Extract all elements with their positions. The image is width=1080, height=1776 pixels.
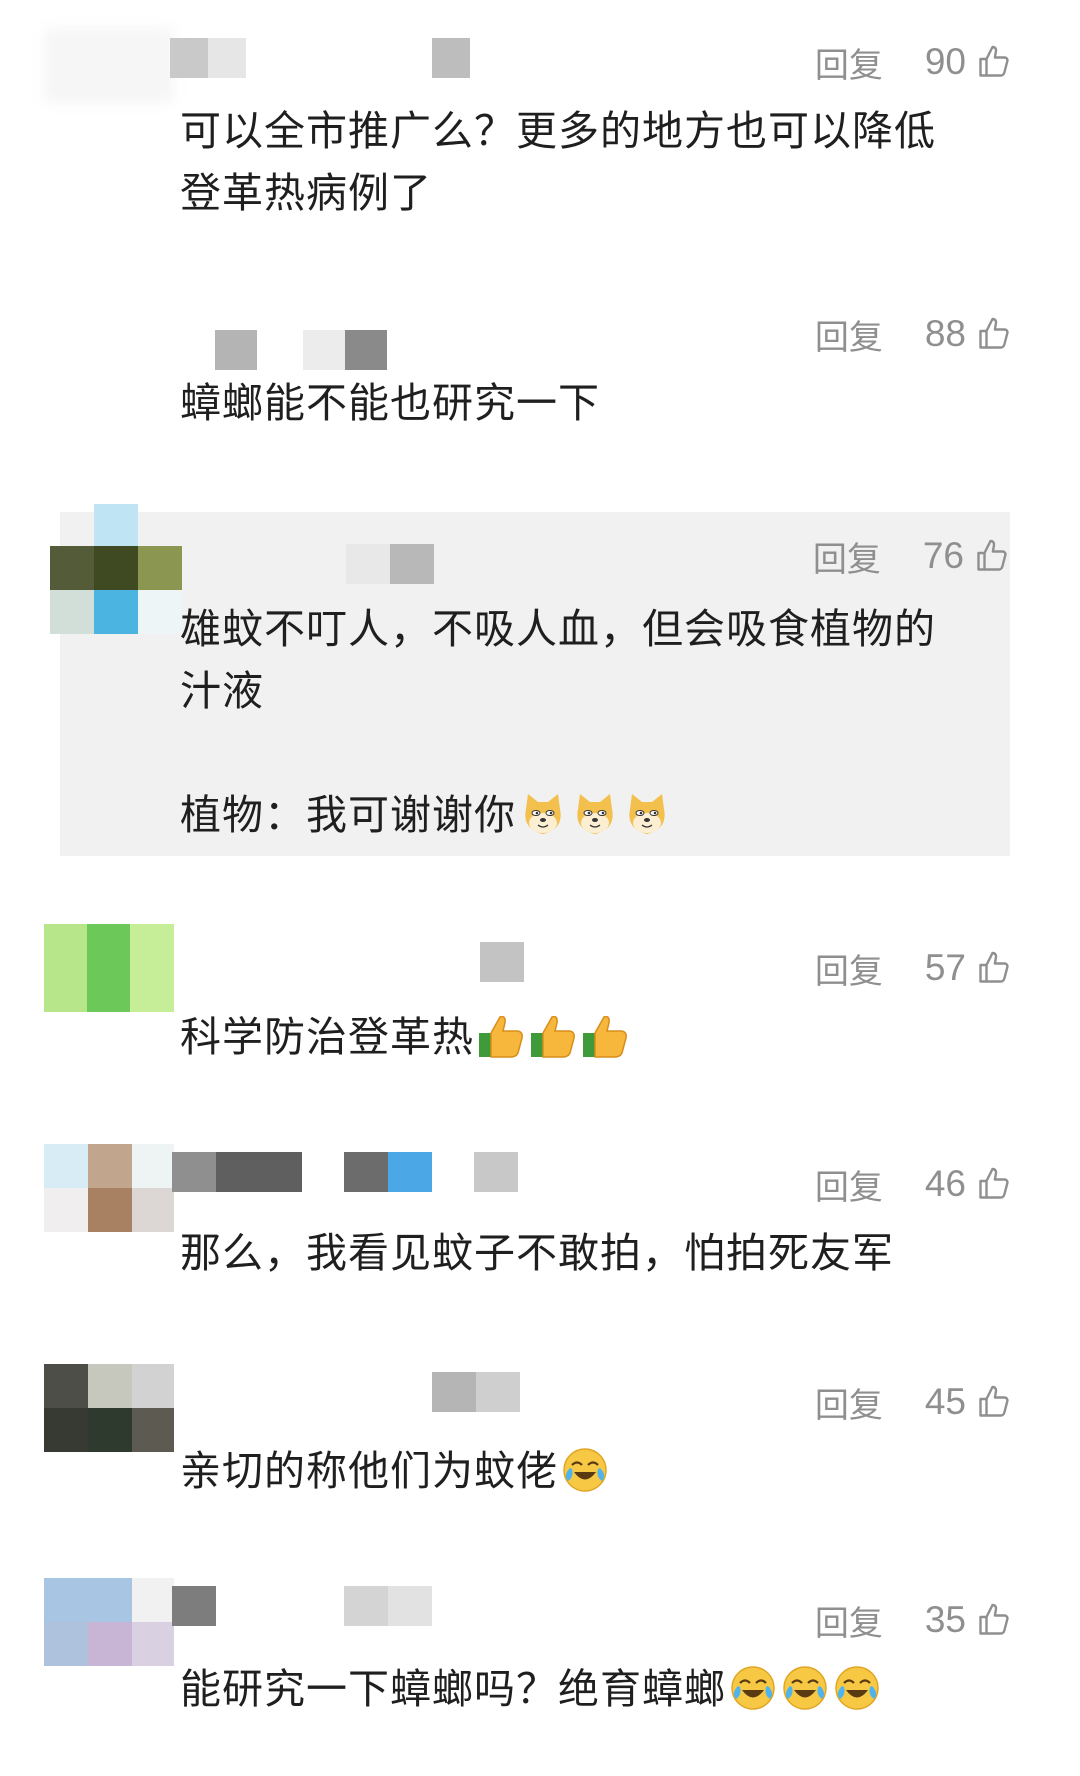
thumbs-up-icon[interactable] [976,1601,1012,1639]
username-blurred[interactable] [432,1372,522,1412]
comment-actions: 回复 76 [813,532,1010,581]
comment-item: 回复 35 能研究一下蟑螂吗？绝育蟑螂 [0,1578,1080,1746]
username-blurred[interactable] [172,1586,432,1626]
like-count: 90 [924,41,966,82]
like-count: 35 [924,1599,966,1640]
comment-text: 可以全市推广么？更多的地方也可以降低 登革热病例了 [180,107,936,217]
like-count: 88 [924,313,966,354]
like-count: 57 [924,947,966,988]
comment-actions: 回复 90 [815,38,1012,87]
comment-text-body: 亲切的称他们为蚊佬 [180,1447,558,1495]
like-count: 76 [922,535,964,576]
thumbs-up-icon[interactable] [976,1165,1012,1203]
comment-text-body: 能研究一下蟑螂吗？绝育蟑螂 [180,1665,726,1713]
doge-emoji [622,789,672,839]
comment-text: 亲切的称他们为蚊佬 [180,1440,1000,1502]
comment-actions: 回复 46 [815,1160,1012,1209]
username-blurred[interactable] [346,544,436,584]
reply-button[interactable]: 回复 [815,1596,883,1645]
thumbs-up-icon[interactable] [976,43,1012,81]
thumbs-up-emoji [580,1011,630,1061]
reply-button[interactable]: 回复 [813,532,881,581]
laugh-cry-emoji [780,1663,830,1713]
comment-item: 回复 90 可以全市推广么？更多的地方也可以降低 登革热病例了 [0,28,1080,228]
avatar[interactable] [44,1144,174,1264]
username-blurred[interactable] [170,38,470,78]
comment-text: 科学防治登革热 [180,1006,1000,1068]
comment-item: 回复 45 亲切的称他们为蚊佬 [0,1364,1080,1508]
laugh-cry-emoji [832,1663,882,1713]
avatar[interactable] [50,504,182,634]
thumbs-up-icon[interactable] [976,315,1012,353]
like-count: 46 [924,1163,966,1204]
like-count: 45 [924,1381,966,1422]
comment-actions: 回复 57 [815,944,1012,993]
username-blurred[interactable] [215,330,387,370]
comment-actions: 回复 45 [815,1378,1012,1427]
thumbs-up-icon[interactable] [976,1383,1012,1421]
comment-actions: 回复 88 [815,310,1012,359]
thumbs-up-emoji [528,1011,578,1061]
comment-item: 回复 46 那么，我看见蚊子不敢拍，怕拍死友军 [0,1144,1080,1290]
avatar[interactable] [44,1578,174,1698]
reply-button[interactable]: 回复 [815,944,883,993]
thumbs-up-icon[interactable] [974,537,1010,575]
comment-text: 那么，我看见蚊子不敢拍，怕拍死友军 [180,1229,894,1277]
comment-item-highlighted: 回复 76 雄蚊不叮人，不吸人血，但会吸食植物的 汁液 植物：我可谢谢你 [50,504,1010,856]
reply-button[interactable]: 回复 [815,310,883,359]
laugh-cry-emoji [728,1663,778,1713]
comment-item: 回复 57 科学防治登革热 [0,924,1080,1074]
laugh-cry-emoji [560,1445,610,1495]
thumbs-up-icon[interactable] [976,949,1012,987]
comment-actions: 回复 35 [815,1596,1012,1645]
comment-text: 能研究一下蟑螂吗？绝育蟑螂 [180,1658,1000,1720]
avatar[interactable] [44,1364,174,1484]
username-blurred[interactable] [480,942,524,982]
avatar[interactable] [44,28,174,148]
reply-button[interactable]: 回复 [815,1160,883,1209]
avatar[interactable] [44,924,174,1044]
comment-text: 雄蚊不叮人，不吸人血，但会吸食植物的 汁液 植物：我可谢谢你 [180,598,1000,846]
comment-text-body: 科学防治登革热 [180,1013,474,1061]
username-blurred[interactable] [172,1152,522,1192]
comment-text: 蟑螂能不能也研究一下 [180,379,600,427]
doge-emoji [570,789,620,839]
reply-button[interactable]: 回复 [815,1378,883,1427]
thumbs-up-emoji [476,1011,526,1061]
comment-item: 回复 88 蟑螂能不能也研究一下 [0,300,1080,440]
doge-emoji [518,789,568,839]
reply-button[interactable]: 回复 [815,38,883,87]
